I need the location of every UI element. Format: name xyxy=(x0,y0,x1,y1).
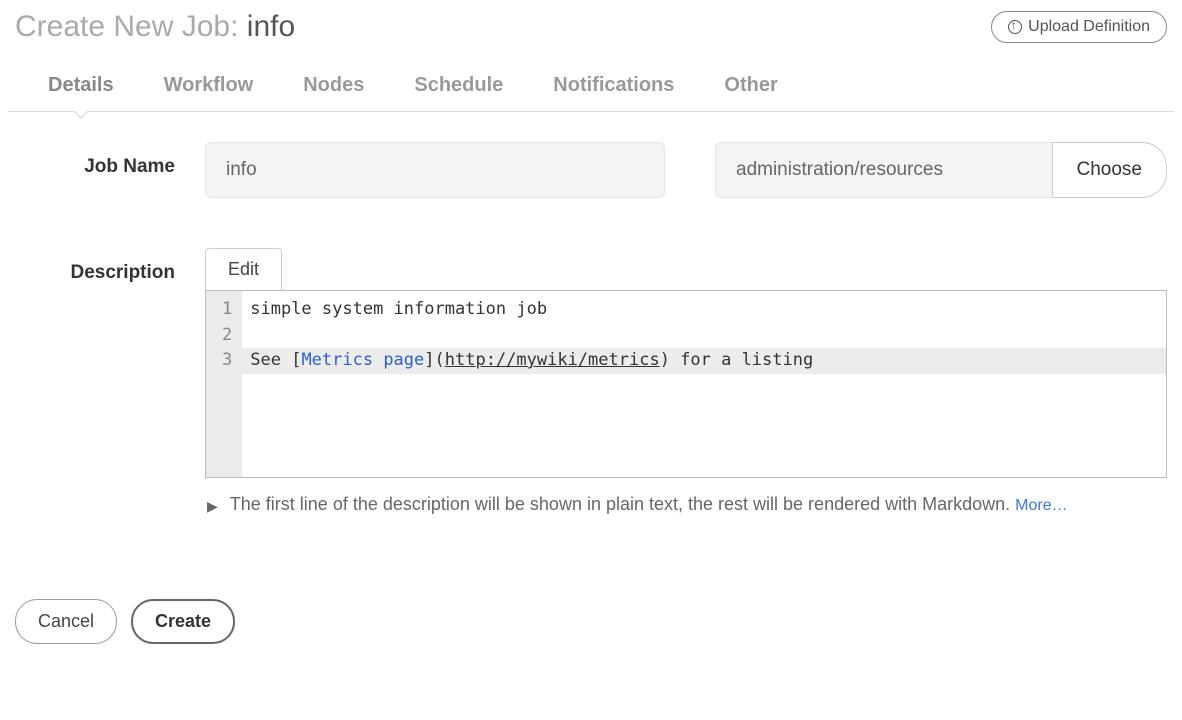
job-name-row: Job Name Choose xyxy=(15,142,1167,198)
tab-schedule[interactable]: Schedule xyxy=(414,74,503,111)
hint-text-wrap: The first line of the description will b… xyxy=(230,490,1068,519)
job-name-input[interactable] xyxy=(205,142,665,198)
edit-tab-row: Edit xyxy=(205,248,1167,290)
description-hint: ▶ The first line of the description will… xyxy=(205,478,1167,519)
caret-right-icon[interactable]: ▶ xyxy=(207,490,218,517)
page-title-prefix: Create New Job: xyxy=(15,10,247,43)
more-link[interactable]: More… xyxy=(1015,497,1067,514)
form-area: Job Name Choose Description Edit 1 2 3 s… xyxy=(0,112,1182,519)
line-number: 3 xyxy=(222,348,232,374)
cancel-button[interactable]: Cancel xyxy=(15,599,117,644)
upload-icon xyxy=(1008,20,1022,34)
description-editor[interactable]: 1 2 3 simple system information job See … xyxy=(205,290,1167,478)
header-row: Create New Job: info Upload Definition xyxy=(0,0,1182,44)
hint-text: The first line of the description will b… xyxy=(230,494,1015,514)
line-number: 2 xyxy=(222,323,232,349)
job-name-label: Job Name xyxy=(15,142,175,178)
description-row: Description Edit 1 2 3 simple system inf… xyxy=(15,248,1167,519)
tab-other[interactable]: Other xyxy=(724,74,777,111)
tab-nodes[interactable]: Nodes xyxy=(303,74,364,111)
tab-notifications[interactable]: Notifications xyxy=(553,74,674,111)
group-input[interactable] xyxy=(715,142,1052,198)
page-title-value: info xyxy=(247,10,295,43)
tab-workflow[interactable]: Workflow xyxy=(164,74,254,111)
choose-group-button[interactable]: Choose xyxy=(1052,142,1168,198)
tabs: Details Workflow Nodes Schedule Notifica… xyxy=(8,44,1174,112)
edit-tab[interactable]: Edit xyxy=(205,248,282,290)
description-column: Edit 1 2 3 simple system information job… xyxy=(205,248,1167,519)
footer: Cancel Create xyxy=(0,569,1182,674)
upload-definition-label: Upload Definition xyxy=(1028,18,1150,36)
page-title: Create New Job: info xyxy=(15,10,295,44)
editor-code[interactable]: simple system information job See [Metri… xyxy=(242,291,1166,477)
group-wrap: Choose xyxy=(715,142,1167,198)
upload-definition-button[interactable]: Upload Definition xyxy=(991,11,1167,43)
job-name-fields: Choose xyxy=(205,142,1167,198)
create-button[interactable]: Create xyxy=(131,599,235,644)
description-label: Description xyxy=(15,248,175,284)
tab-details[interactable]: Details xyxy=(48,74,114,111)
editor-gutter: 1 2 3 xyxy=(206,291,242,477)
code-line-3: See [Metrics page](http://mywiki/metrics… xyxy=(242,348,1166,374)
code-line-1: simple system information job xyxy=(250,299,547,319)
line-number: 1 xyxy=(222,297,232,323)
